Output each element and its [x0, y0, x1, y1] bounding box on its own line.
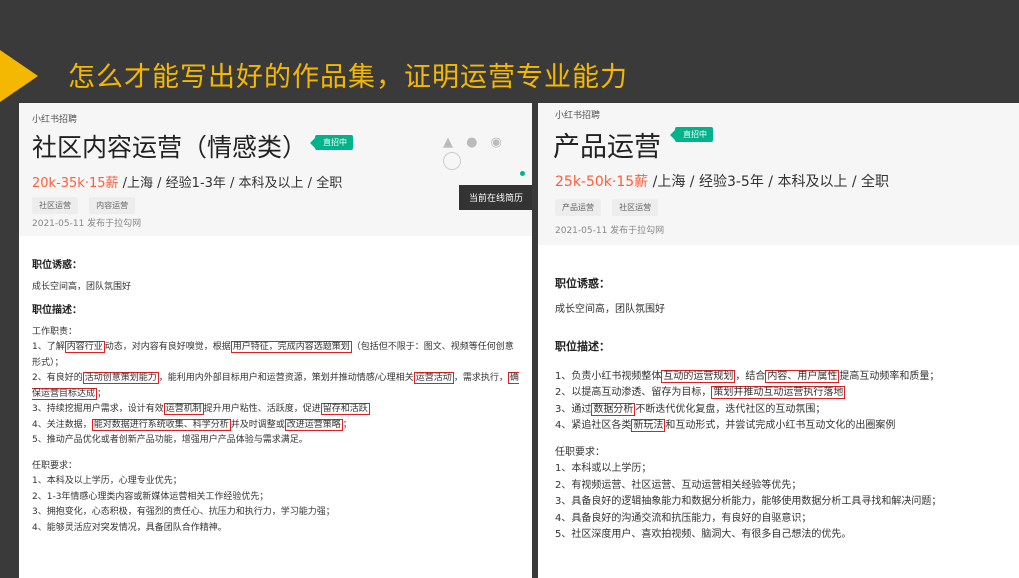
duty-line: 3、通过 数据分析 不断迭代优化复盘，迭代社区的互动氛围； [555, 402, 826, 416]
highlight: 能对数据进行系统收集、科学分析 [91, 418, 231, 431]
req-line: 1、本科或以上学历； [555, 463, 652, 474]
req-line: 5、社区深度用户、喜欢拍视频、脑洞大、有很多自己想法的优先。 [555, 529, 852, 540]
online-dot [520, 171, 525, 176]
job-header: 小红书招聘 产品运营 直招中 25k-50k·15薪 /上海 / 经验3-5年 … [538, 103, 1019, 245]
duty-line: 4、紧追社区各类 新玩法 和互动形式，并尝试完成小红书互动文化的出圈案例 [555, 419, 896, 432]
highlight: 留存和活跃 [320, 403, 370, 415]
online-resume-tooltip[interactable]: 当前在线简历 [459, 185, 532, 210]
desc-heading: 职位描述： [555, 340, 610, 353]
perks-text: 成长空间高，团队氛围好 [555, 303, 665, 315]
warning-icon[interactable]: ▲ [443, 135, 453, 150]
right-job-panel: 小红书招聘 产品运营 直招中 25k-50k·15薪 /上海 / 经验3-5年 … [538, 103, 1019, 578]
highlight: 新玩法 [631, 419, 666, 432]
req-line: 2、1-3年情感心理类内容或新媒体运营相关工作经验优先； [32, 491, 269, 502]
job-tags: 产品运营 社区运营 [555, 195, 664, 216]
req-line: 3、拥抱变化，心态积极，有强烈的责任心、抗压力和执行力，学习能力强； [32, 507, 335, 517]
job-title: 社区内容运营（情感类） [32, 133, 308, 162]
req-heading: 任职要求： [555, 446, 605, 458]
post-date: 2021-05-11 发布于拉勾网 [555, 226, 665, 236]
hiring-badge: 直招中 [670, 127, 713, 142]
salary: 20k-35k·15薪 [32, 176, 119, 191]
req-heading: 任职要求： [32, 460, 78, 471]
duties-heading: 工作职责： [32, 326, 78, 337]
more-button[interactable] [443, 151, 461, 170]
job-meta: /上海 / 经验3-5年 / 本科及以上 / 全职 [648, 174, 890, 190]
salary-line: 20k-35k·15薪 /上海 / 经验1-3年 / 本科及以上 / 全职 [32, 172, 342, 191]
job-tag[interactable]: 社区运营 [32, 197, 78, 214]
action-icons: ▲ ● ◉ [443, 131, 532, 170]
weibo-icon[interactable]: ◉ [491, 135, 502, 150]
highlight: 运营机制 [163, 403, 204, 415]
req-line: 2、有视频运营、社区运营、互动运营相关经验等优先； [555, 479, 802, 491]
highlight: 运营活动 [413, 372, 454, 384]
req-line: 3、具备良好的逻辑抽象能力和数据分析能力，能够使用数据分析工具寻找和解决问题； [555, 496, 942, 507]
job-body: 职位诱惑： 成长空间高，团队氛围好 职位描述： 1、负责小红书视频整体 互动的运营… [538, 245, 1019, 544]
highlight: 内容行业 [64, 341, 105, 353]
highlight: 改进运营策略 [284, 418, 343, 431]
salary-line: 25k-50k·15薪 /上海 / 经验3-5年 / 本科及以上 / 全职 [555, 171, 889, 191]
highlight: 互动的运营规划 [661, 369, 736, 383]
duty-line: 4、关注数据， 能对数据进行系统收集、科学分析 并及时调整或 改进运营策略； [32, 418, 352, 431]
job-body: 职位诱惑： 成长空间高，团队氛围好 职位描述： 工作职责： 1、了解 内容行业 动态… [19, 236, 532, 536]
slide-title: 怎么才能写出好的作品集，证明运营专业能力 [68, 62, 628, 93]
highlight: 策划并推动互动运营执行落地 [711, 386, 846, 399]
job-meta: /上海 / 经验1-3年 / 本科及以上 / 全职 [118, 176, 343, 191]
highlight: 数据分析 [591, 402, 636, 416]
req-line: 1、本科及以上学历，心理专业优先； [32, 476, 182, 486]
highlight: 活动创意策划能力 [82, 372, 159, 384]
hiring-badge: 直招中 [310, 135, 353, 150]
post-date: 2021-05-11 发布于拉勾网 [32, 219, 142, 229]
job-tag[interactable]: 产品运营 [555, 199, 601, 216]
desc-heading: 职位描述： [32, 305, 82, 316]
job-source: 小红书招聘 [32, 115, 78, 125]
salary: 25k-50k·15薪 [555, 174, 649, 190]
job-tag[interactable]: 社区运营 [612, 199, 659, 216]
highlight: 用户特征，完成内容选题策划 [230, 341, 352, 353]
highlight: 内容、用户属性 [765, 369, 840, 383]
duty-line: 2、有良好的 活动创意策划能力 ，能利用内外部目标用户和运营资源，策划并推动情感/心… [32, 372, 519, 400]
req-line: 4、具备良好的沟通交流和抗压能力，有良好的自驱意识； [555, 512, 812, 524]
job-tag[interactable]: 内容运营 [89, 197, 136, 214]
perks-text: 成长空间高，团队氛围好 [32, 281, 132, 292]
job-tags: 社区运营 内容运营 [32, 193, 141, 214]
wechat-icon[interactable]: ● [466, 135, 477, 150]
left-job-panel: 小红书招聘 社区内容运营（情感类） 直招中 ▲ ● ◉ 当前在线简历 20k-3… [19, 103, 532, 578]
duty-line: 1、了解 内容行业 动态，对内容有良好嗅觉，根据 用户特征，完成内容选题策划 （包括但不… [32, 341, 514, 368]
perks-heading: 职位诱惑： [32, 260, 82, 271]
arrow-icon [0, 50, 38, 102]
job-title: 产品运营 [553, 132, 661, 163]
slide-header: 怎么才能写出好的作品集，证明运营专业能力 [0, 0, 1019, 106]
duty-line: 5、推动产品优化或者创新产品功能，增强用户产品体验与需求满足。 [32, 435, 308, 445]
duty-line: 3、持续挖掘用户需求，设计有效 运营机制 提升用户粘性、活跃度，促进 留存和活跃 [32, 403, 370, 415]
job-source: 小红书招聘 [555, 111, 601, 121]
duty-line: 1、负责小红书视频整体 互动的运营规划 ，结合 内容、用户属性 提高互动频率和质量； [555, 369, 940, 383]
duty-line: 2、以提高互动渗透、留存为目标， 策划并推动互动运营执行落地 [555, 386, 846, 399]
perks-heading: 职位诱惑： [555, 277, 610, 290]
req-line: 4、能够灵活应对突发情况，具备团队合作精神。 [32, 522, 227, 533]
job-header: 小红书招聘 社区内容运营（情感类） 直招中 ▲ ● ◉ 当前在线简历 20k-3… [19, 103, 532, 236]
